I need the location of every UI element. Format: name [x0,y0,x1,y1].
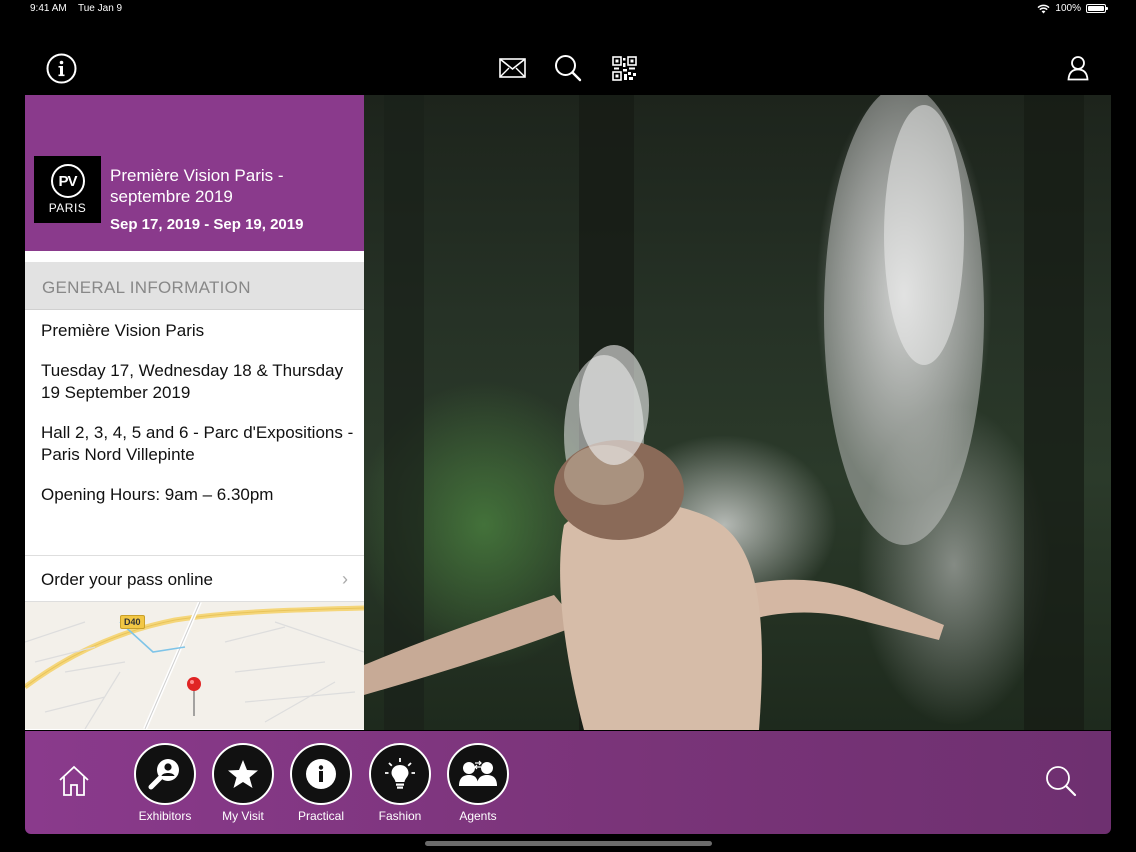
tab-label: Fashion [378,809,422,823]
tab-exhibitors[interactable]: Exhibitors [132,743,198,823]
status-bar: 9:41 AM Tue Jan 9 100% [0,0,1136,20]
event-info-panel: PV PARIS Première Vision Paris - septemb… [25,95,364,730]
event-dates: Sep 17, 2019 - Sep 19, 2019 [110,216,304,233]
map-pin-icon[interactable] [186,676,202,716]
tab-label: Agents [459,809,497,823]
tab-label: Practical [297,809,344,823]
home-indicator[interactable] [425,841,712,846]
hero-image [364,95,1111,730]
venue-map[interactable]: D40 [25,602,364,729]
info-body: Première Vision Paris Tuesday 17, Wednes… [25,310,364,555]
tab-fashion[interactable]: Fashion [367,743,433,823]
tab-my-visit[interactable]: My Visit [210,743,276,823]
info-event-name: Première Vision Paris [41,321,205,340]
header-divider [25,251,364,262]
info-opening-hours: Opening Hours: 9am – 6.30pm [41,485,274,504]
info-icon [290,743,352,805]
lightbulb-icon [369,743,431,805]
road-label: D40 [120,615,145,629]
status-right: 100% [1037,3,1108,14]
status-date: Tue Jan 9 [78,3,123,14]
search-icon[interactable] [552,52,584,84]
star-icon [212,743,274,805]
event-title: Première Vision Paris - septembre 2019 [110,166,284,206]
agents-icon [447,743,509,805]
chevron-right-icon: › [342,569,348,589]
battery-icon [1086,4,1108,13]
status-time: 9:41 AM [30,3,67,14]
search-icon[interactable] [1045,765,1077,802]
user-icon[interactable] [1062,52,1094,84]
battery-percent: 100% [1055,3,1081,14]
mail-icon[interactable] [496,52,528,84]
order-pass-label: Order your pass online [41,570,213,589]
order-pass-link[interactable]: Order your pass online › [25,555,364,602]
info-venue: Hall 2, 3, 4, 5 and 6 - Parc d'Expositio… [41,423,354,464]
tab-practical[interactable]: Practical [288,743,354,823]
info-event-days: Tuesday 17, Wednesday 18 & Thursday 19 S… [41,361,344,402]
exhibitors-icon [134,743,196,805]
hero-figure [364,95,1084,730]
logo-monogram: PV [50,164,85,198]
wifi-icon [1037,4,1050,13]
tab-label: My Visit [222,809,264,823]
tab-agents[interactable]: Agents [445,743,511,823]
section-header: GENERAL INFORMATION [25,262,364,310]
event-logo: PV PARIS [34,156,101,223]
tab-label: Exhibitors [138,809,192,823]
battery-fill [1088,6,1104,11]
app-screen: 9:41 AM Tue Jan 9 100% PV PARIS Première… [0,0,1136,852]
event-header: PV PARIS Première Vision Paris - septemb… [25,95,364,251]
info-icon[interactable] [45,52,77,84]
qr-code-icon[interactable] [608,52,640,84]
bottom-tab-bar: Exhibitors My Visit Practical Fashion Ag… [25,731,1111,834]
top-nav [0,40,1136,94]
home-icon[interactable] [58,765,90,802]
logo-city: PARIS [48,201,87,215]
